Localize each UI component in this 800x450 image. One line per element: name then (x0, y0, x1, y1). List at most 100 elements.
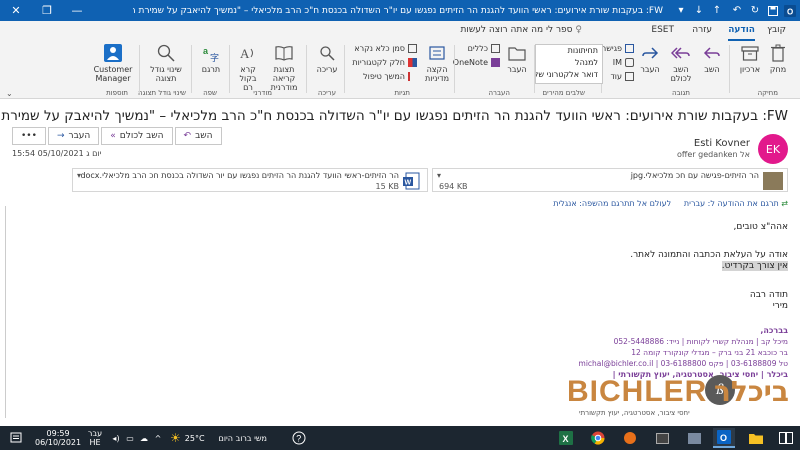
app-icon-photo[interactable] (683, 428, 705, 448)
reply-button[interactable]: השב (698, 43, 726, 74)
group-addins-label: תוספות (106, 89, 128, 97)
never-translate-link[interactable]: לעולם אל תתרגם מהשפה: אנגלית (553, 199, 671, 208)
body-thanks: אודה על העלאת הכתבה והתמונה לאתר. (630, 250, 788, 260)
mark-unread-button[interactable]: סמן כלא נקרא (354, 44, 417, 53)
group-move-label: העברה (488, 89, 510, 97)
customize-qa-icon[interactable]: ▾ (672, 0, 690, 21)
chrome-icon[interactable] (587, 428, 609, 448)
task-view-icon[interactable] (775, 428, 797, 448)
move-label: העבר (507, 65, 527, 74)
outlook-taskbar-icon[interactable]: O (713, 428, 735, 448)
language-label-1: עבר (87, 429, 103, 438)
delete-button[interactable]: מחק (764, 43, 792, 74)
tab-file[interactable]: קובץ (767, 25, 786, 41)
tell-me-search[interactable]: ♀ ספר לי מה אתה רוצה לעשות (461, 25, 583, 35)
archive-button[interactable]: ארכיון (736, 43, 764, 74)
attachment-docx[interactable]: W הר הזיתים-ראשי הוועד להגנת הר הזיתים נ… (72, 168, 428, 192)
close-button[interactable]: ✕ (0, 0, 32, 21)
logo-tagline: יחסי ציבור, אסטרטגיה, יעוץ תקשורתי (579, 409, 690, 417)
forward-button[interactable]: העבר (636, 43, 664, 74)
excel-icon[interactable]: X (555, 428, 577, 448)
collapse-ribbon-icon[interactable]: ⌄ (6, 89, 13, 98)
chat-icon (625, 58, 634, 67)
to-label: אל (740, 150, 750, 159)
signature-contact: טל 03-6188809 | פקס 03-6188800 | michal@… (578, 359, 788, 368)
onedrive-icon[interactable]: ☁ (138, 428, 150, 448)
save-icon[interactable] (764, 0, 782, 21)
read-aloud-button[interactable]: A קרא בקול רם (234, 43, 262, 92)
im-label: IM (612, 58, 622, 67)
zoom-button[interactable]: שינוי גודל תצוגה (144, 43, 188, 83)
more-respond-button[interactable]: עוד (610, 72, 634, 81)
mark-unread-label: סמן כלא נקרא (354, 44, 405, 53)
reply-all-action-label: השב לכולם (119, 131, 164, 141)
quick-steps-gallery[interactable]: תחיתונות למנהל דואר אלקטרוני של צוות (535, 44, 603, 84)
body-no-credit: אין צורך בקרדיט. (721, 261, 788, 271)
rules-button[interactable]: כללים (468, 44, 500, 53)
attachment-size: 15 KB (375, 182, 399, 191)
message-actions: ••• → העבר « השב לכולם ↶ השב (12, 127, 222, 145)
attachment-dropdown-icon[interactable]: ▾ (77, 171, 81, 180)
volume-icon[interactable]: ◂) (110, 428, 122, 448)
attachment-jpg[interactable]: הר הזיתים-פגישה עם חכ מלכיאלי.jpg 694 KB… (432, 168, 788, 192)
tab-message[interactable]: הודעה (728, 25, 755, 41)
meeting-button[interactable]: פגישה (601, 44, 634, 53)
body-sign-name: מירי (772, 301, 788, 311)
customer-manager-button[interactable]: Customer Manager (90, 43, 136, 83)
quick-step-item[interactable]: למנהל (536, 57, 602, 69)
network-icon[interactable]: ▭ (124, 428, 136, 448)
onenote-button[interactable]: OneNote (453, 58, 500, 67)
app-icon-window[interactable] (651, 428, 673, 448)
reply-all-action-button[interactable]: « השב לכולם (101, 127, 173, 145)
notifications-icon[interactable] (6, 428, 26, 448)
edit-button[interactable]: עריכה (312, 43, 342, 74)
restore-button[interactable]: ❐ (32, 0, 62, 21)
reply-all-button[interactable]: השב לכולם (665, 43, 697, 83)
translate-link[interactable]: תרגם את ההודעה ל: עברית (684, 199, 779, 208)
avatar[interactable]: EK (758, 134, 788, 164)
refresh-icon[interactable]: ↻ (746, 0, 764, 21)
forward-action-label: העבר (68, 131, 91, 141)
sender-name[interactable]: Esti Kovner (694, 138, 750, 149)
im-button[interactable]: IM (613, 58, 634, 67)
more-actions-button[interactable]: ••• (12, 127, 46, 145)
immersive-reader-icon (274, 43, 294, 63)
clock[interactable]: 09:59 06/10/2021 (35, 429, 81, 447)
outlook-icon: O (781, 0, 799, 21)
policy-icon (427, 43, 447, 63)
svg-text:O: O (787, 7, 793, 16)
tab-eset[interactable]: ESET (651, 25, 674, 41)
categorize-button[interactable]: חלק לקטגוריות (352, 58, 417, 67)
immersive-reader-label: תצוגת קריאה מודרנית (270, 65, 298, 92)
trash-icon (768, 43, 788, 63)
move-button[interactable]: העבר (502, 43, 532, 74)
help-icon[interactable]: ? (290, 428, 308, 448)
follow-up-button[interactable]: המשך טיפול (363, 72, 417, 81)
file-explorer-icon[interactable] (745, 428, 767, 448)
up-arrow-icon[interactable]: ↑ (708, 0, 726, 21)
down-arrow-icon[interactable]: ↓ (690, 0, 708, 21)
immersive-reader-button[interactable]: תצוגת קריאה מודרנית (264, 43, 304, 92)
language-indicator[interactable]: עבר HE (84, 428, 106, 448)
forward-icon (640, 43, 660, 63)
undo-icon[interactable]: ↶ (728, 0, 746, 21)
attachment-dropdown-icon[interactable]: ▾ (437, 171, 441, 180)
onenote-label: OneNote (452, 58, 488, 67)
weather-widget[interactable]: ☀ 25°C משי ברוב היום (170, 428, 267, 448)
reply-action-button[interactable]: ↶ השב (174, 127, 222, 145)
app-icon-orange[interactable] (619, 428, 641, 448)
show-hidden-icons[interactable]: ^ (152, 428, 164, 448)
forward-action-button[interactable]: → העבר (47, 127, 100, 145)
recipient-name[interactable]: offer gedanken (677, 150, 738, 159)
translate-button[interactable]: a字 תרגם (196, 43, 226, 74)
quick-step-item[interactable]: דואר אלקטרוני של צוות (536, 69, 602, 81)
assign-policy-button[interactable]: הקצה מדיניות (420, 43, 454, 83)
translate-label: תרגם (201, 65, 221, 74)
quick-step-item[interactable]: תחיתונות (536, 45, 602, 57)
body-greeting: אהה"צ טובים, (733, 222, 788, 232)
pane-border (0, 206, 6, 418)
tab-help[interactable]: עזרה (692, 25, 712, 41)
delete-label: מחק (769, 65, 787, 74)
minimize-button[interactable]: — (62, 0, 92, 21)
window-title: FW: בעקבות שורת אירועים: ראשי הוועד להגנ… (133, 5, 663, 16)
